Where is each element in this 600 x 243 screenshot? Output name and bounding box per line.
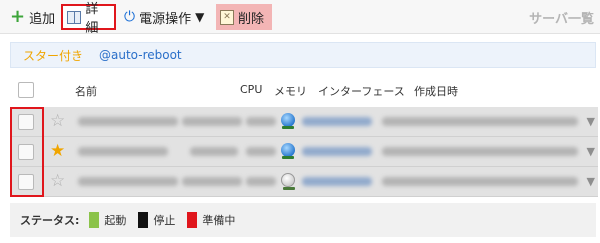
preparing-swatch — [187, 212, 198, 228]
redacted-date — [382, 177, 578, 186]
legend-stopped-label: 停止 — [153, 214, 176, 227]
table-row[interactable]: ☆ ▼ — [10, 167, 598, 197]
section-title: サーバ一覧 — [529, 12, 594, 27]
redacted-name — [78, 177, 178, 186]
row-menu-arrow-icon[interactable]: ▼ — [587, 145, 595, 158]
table-row[interactable]: ★ ▼ — [10, 137, 598, 167]
redacted-cpu — [246, 147, 276, 156]
redacted-detail — [190, 147, 238, 156]
column-cpu[interactable]: CPU — [240, 83, 262, 96]
interface-globe-icon — [281, 143, 295, 159]
table-row[interactable]: ☆ ▼ — [10, 107, 598, 137]
starred-filter-link[interactable]: スター付き — [23, 47, 83, 64]
detail-button[interactable]: 詳細 — [61, 2, 116, 36]
power-menu-button[interactable]: ⏻ 電源操作 ▼ — [120, 4, 208, 30]
redacted-cpu — [246, 117, 276, 126]
redacted-name — [78, 147, 168, 156]
redacted-detail — [182, 117, 242, 126]
running-swatch — [89, 212, 100, 228]
star-icon[interactable]: ☆ — [50, 111, 65, 131]
redacted-date — [382, 147, 578, 156]
checkbox-highlight-frame — [10, 107, 44, 197]
column-created[interactable]: 作成日時 — [414, 83, 458, 99]
table-header: 名前 CPU メモリ インターフェース 作成日時 — [0, 80, 600, 102]
plus-icon: + — [10, 6, 26, 27]
row-menu-arrow-icon[interactable]: ▼ — [587, 175, 595, 188]
interface-globe-icon — [281, 173, 295, 190]
book-icon — [67, 10, 82, 24]
legend-item-preparing: 準備中 — [187, 212, 235, 228]
stopped-swatch — [138, 212, 149, 228]
legend-preparing-label: 準備中 — [202, 214, 236, 227]
legend-label: ステータス: — [20, 214, 80, 227]
legend-item-stopped: 停止 — [138, 212, 175, 228]
detail-label: 詳細 — [85, 2, 99, 36]
redacted-cpu — [246, 177, 276, 186]
legend-item-running: 起動 — [89, 212, 126, 228]
redacted-ip[interactable] — [302, 117, 372, 126]
redacted-date — [382, 117, 578, 126]
interface-globe-icon — [281, 113, 295, 129]
column-name[interactable]: 名前 — [75, 83, 97, 99]
redacted-ip[interactable] — [302, 177, 372, 186]
delete-button[interactable]: ✕ 削除 — [216, 4, 272, 30]
status-legend: ステータス: 起動 停止 準備中 — [10, 203, 596, 237]
column-memory[interactable]: メモリ — [274, 83, 307, 99]
power-label: 電源操作 — [139, 11, 192, 27]
tag-filter-link[interactable]: @auto-reboot — [99, 48, 182, 62]
toolbar: + 追加 詳細 ⏻ 電源操作 ▼ ✕ 削除 サーバ一覧 — [0, 0, 600, 36]
add-button[interactable]: + 追加 — [6, 4, 59, 30]
redacted-detail — [182, 177, 242, 186]
legend-running-label: 起動 — [104, 214, 127, 227]
caret-down-icon: ▼ — [195, 10, 205, 24]
redacted-ip[interactable] — [302, 147, 372, 156]
redacted-name — [78, 117, 178, 126]
power-icon: ⏻ — [124, 9, 136, 25]
row-menu-arrow-icon[interactable]: ▼ — [587, 115, 595, 128]
trash-icon: ✕ — [220, 9, 234, 25]
column-interface[interactable]: インターフェース — [318, 83, 405, 99]
select-all-checkbox[interactable] — [18, 82, 34, 98]
add-label: 追加 — [29, 11, 56, 27]
delete-label: 削除 — [238, 11, 265, 27]
star-icon[interactable]: ★ — [50, 141, 65, 161]
star-icon[interactable]: ☆ — [50, 171, 65, 191]
filter-bar: スター付き @auto-reboot — [10, 42, 596, 68]
